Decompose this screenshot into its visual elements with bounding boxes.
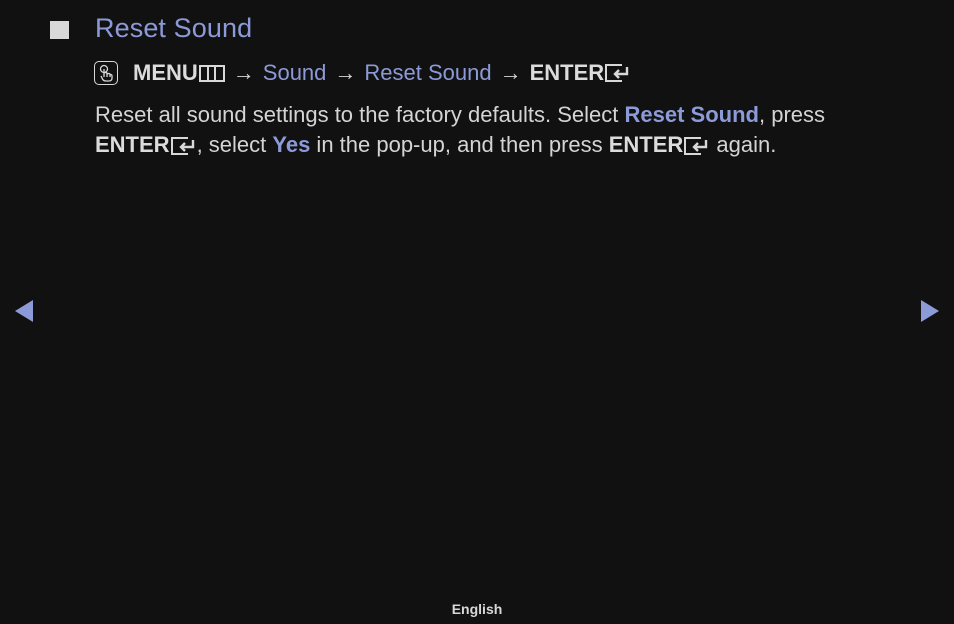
- menu-path: MENU → Sound → Reset Sound → ENTER: [94, 58, 631, 88]
- menu-label: MENU: [133, 60, 198, 85]
- language-label: English: [451, 601, 503, 617]
- previous-page-icon[interactable]: [15, 300, 33, 322]
- enter-icon: [684, 137, 708, 156]
- description: Reset all sound settings to the factory …: [95, 100, 895, 160]
- enter-label: ENTER: [529, 60, 605, 85]
- reset-sound-highlight[interactable]: Reset Sound: [625, 102, 759, 127]
- description-text: Reset all sound settings to the factory …: [95, 102, 625, 127]
- remote-touch-icon: [94, 61, 118, 85]
- enter-icon: [170, 137, 194, 156]
- description-text: in the pop-up, and then press: [310, 132, 609, 157]
- path-reset-sound-link[interactable]: Reset Sound: [364, 60, 491, 86]
- path-arrow: →: [334, 60, 357, 85]
- yes-highlight[interactable]: Yes: [272, 132, 310, 157]
- square-bullet-icon: [50, 21, 69, 39]
- path-sound-link[interactable]: Sound: [263, 60, 327, 86]
- description-text: , press: [758, 102, 826, 127]
- description-text: , select: [196, 132, 273, 157]
- enter-label: ENTER: [608, 132, 684, 157]
- description-text: again.: [710, 132, 777, 157]
- path-arrow: →: [232, 60, 255, 85]
- enter-label: ENTER: [95, 132, 170, 157]
- enter-icon: [605, 64, 629, 82]
- next-page-icon[interactable]: [921, 300, 939, 322]
- menu-icon: [198, 64, 225, 82]
- path-arrow: →: [499, 60, 522, 85]
- section-title: Reset Sound: [95, 13, 253, 43]
